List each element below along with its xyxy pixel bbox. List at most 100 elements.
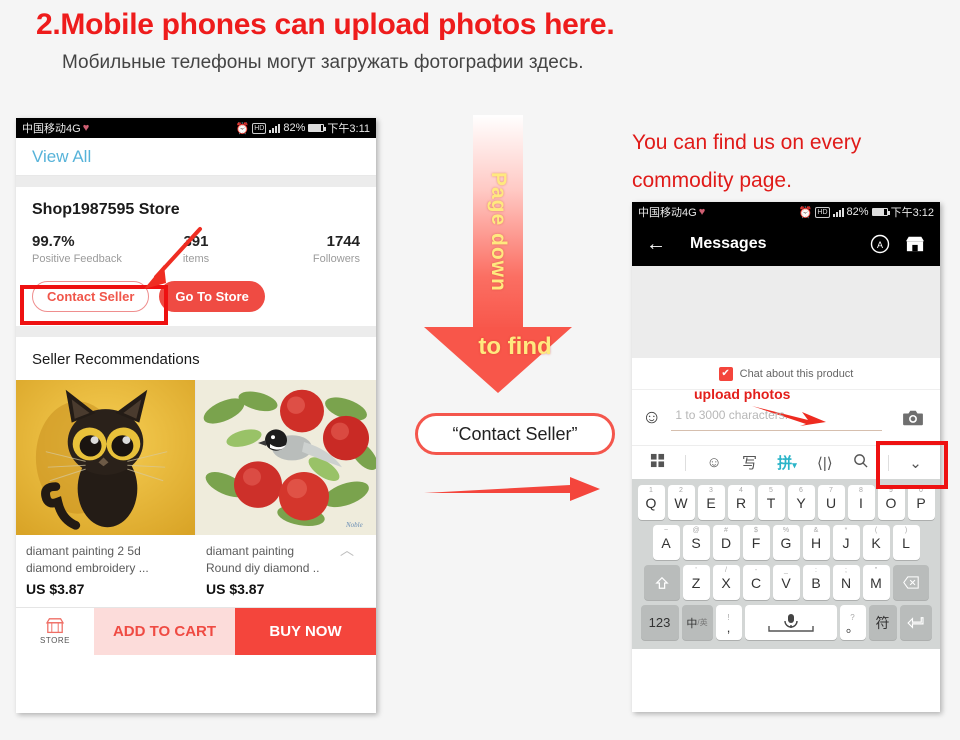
search-icon[interactable] [853,453,868,472]
account-icon[interactable]: A [870,234,890,254]
store-icon[interactable] [904,235,926,253]
stat-value: 99.7% [32,233,75,250]
key-e[interactable]: 3E [697,485,725,520]
key-v[interactable]: _ V [772,565,800,600]
buy-now-button[interactable]: BUY NOW [235,608,376,655]
product-price: US $3.87 [206,581,265,597]
section-divider [16,176,376,187]
hd-badge-icon: HD [252,122,267,134]
handwriting-key[interactable]: 写 [742,452,757,473]
product-card[interactable]: Noble ︿ diamant painting Round diy diamo… [196,380,376,607]
chevron-down-icon[interactable]: ⌄ [909,454,922,472]
key-k[interactable]: (K [862,525,890,560]
product-price: US $3.87 [26,581,85,597]
space-key[interactable] [744,605,837,640]
grid-icon[interactable] [650,453,665,472]
toolbar-divider-2 [888,454,890,471]
emoji-icon[interactable]: ☺ [707,454,722,471]
key-u[interactable]: 7U [817,485,845,520]
key-a[interactable]: ~ A [652,525,680,560]
right-status-bar: 中国移动4G ♥ ⏰ HD 82% 下午3:12 [632,202,940,222]
backspace-icon [902,576,919,589]
product-title-line1: diamant painting 2 5d [26,544,141,558]
store-name: Shop1987595 Store [32,201,180,218]
message-input-field[interactable]: 1 to 3000 characters. [671,401,882,435]
key-r[interactable]: 4R [727,485,755,520]
comma-key[interactable]: !, [715,605,742,640]
svg-text:A: A [877,240,883,250]
key-j[interactable]: * J [832,525,860,560]
stat-followers: 1744 Followers [251,233,360,265]
backspace-key[interactable] [892,565,929,600]
battery-percent-label: 82% [283,122,306,134]
numeric-key[interactable]: 123 [640,605,679,640]
product-text: diamant painting 2 5d diamond embroidery… [16,535,196,607]
camera-button[interactable] [892,401,934,435]
heart-icon: ♥ [82,122,90,134]
key-h[interactable]: & H [802,525,830,560]
keyboard-row-2: ~ A @ S # D $ F % G & H * J (K ) L [635,525,937,560]
battery-percent-label: 82% [846,206,869,218]
view-all-row[interactable]: View All [16,138,376,176]
key-y[interactable]: 6Y [787,485,815,520]
key-q[interactable]: 1Q [637,485,665,520]
key-p[interactable]: 0P [907,485,935,520]
view-all-link[interactable]: View All [32,147,91,167]
clock-label: 下午3:11 [327,123,370,135]
keyboard-toolbar: ☺ 写 拼▾ ⟨|⟩ ⌄ [632,446,940,479]
language-toggle-key[interactable]: 中/英 [681,605,713,640]
right-phone-screenshot: 中国移动4G ♥ ⏰ HD 82% 下午3:12 ← Messages A ✔ … [632,202,940,712]
toolbar-divider [685,454,687,471]
cursor-move-icon[interactable]: ⟨|⟩ [817,454,833,472]
store-icon [45,618,65,634]
store-tab-button[interactable]: STORE [16,608,94,655]
collapse-chevron-up-icon[interactable]: ︿ [334,537,360,563]
key-b[interactable]: :B [802,565,830,600]
chat-about-product-label: Chat about this product [739,367,854,380]
stat-label: Followers [312,253,360,265]
key-i[interactable]: 8I [847,485,875,520]
key-o[interactable]: 9O [877,485,905,520]
key-m[interactable]: " M [862,565,890,600]
key-z[interactable]: ' Z [682,565,710,600]
messages-header: ← Messages A [632,222,940,266]
carrier-label: 中国移动4G [638,207,697,219]
heart-icon: ♥ [698,206,706,218]
signal-bars-icon [269,123,281,133]
key-n[interactable]: ; N [832,565,860,600]
add-to-cart-button[interactable]: ADD TO CART [94,608,235,655]
battery-icon [871,208,890,216]
contact-seller-callout: “Contact Seller” [415,413,615,455]
arrow-to-find-label: to find [478,333,552,360]
carrier-label: 中国移动4G [22,123,81,135]
store-tab-label: STORE [40,636,70,645]
enter-icon [906,616,924,629]
key-w[interactable]: 2W [667,485,695,520]
shift-key[interactable] [643,565,680,600]
key-g[interactable]: % G [772,525,800,560]
key-c[interactable]: -C [742,565,770,600]
key-l[interactable]: ) L [892,525,920,560]
key-f[interactable]: $ F [742,525,770,560]
page-down-arrow-annotation: Page down to find “Contact Seller” [400,115,630,515]
enter-key[interactable] [899,605,932,640]
key-s[interactable]: @ S [682,525,710,560]
key-d[interactable]: # D [712,525,740,560]
period-key[interactable]: ?。 [839,605,866,640]
emoji-icon[interactable]: ☺ [642,407,661,429]
left-status-bar: 中国移动4G ♥ ⏰ HD 82% 下午3:11 [16,118,376,138]
back-arrow-icon[interactable]: ← [646,234,666,254]
page-title-russian: Мобильные телефоны могут загружать фотог… [62,52,584,73]
chat-message-area [632,266,940,358]
key-x[interactable]: / X [712,565,740,600]
pinyin-key[interactable]: 拼▾ [777,452,797,473]
product-grid: diamant painting 2 5d diamond embroidery… [16,380,376,607]
checkbox-checked-icon[interactable]: ✔ [718,366,733,381]
symbols-key[interactable]: 符 [868,605,897,640]
alarm-icon: ⏰ [798,206,813,219]
product-card[interactable]: diamant painting 2 5d diamond embroidery… [16,380,196,607]
right-annotation-title: You can find us on every commodity page. [632,124,942,200]
key-t[interactable]: 5T [757,485,785,520]
svg-text:Noble: Noble [345,522,363,529]
keyboard-row-4: 123 中/英 !, ? 。 符 [635,605,937,640]
